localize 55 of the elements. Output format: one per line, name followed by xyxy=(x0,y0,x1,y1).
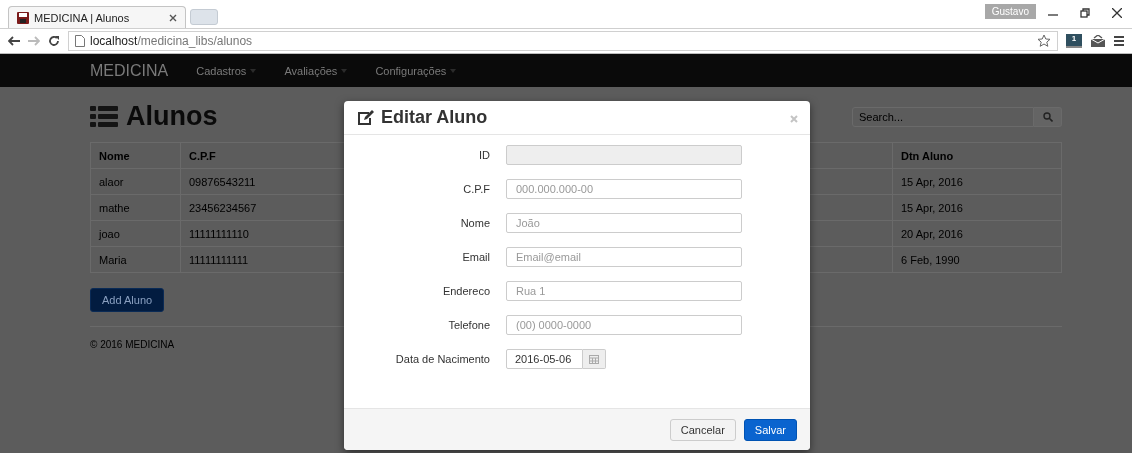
search-icon xyxy=(1042,111,1053,122)
table-cell: 15 Apr, 2016 xyxy=(892,168,1062,195)
input-field[interactable]: 000.000.000-00 xyxy=(506,179,742,199)
restore-icon[interactable] xyxy=(1080,8,1090,18)
caret-icon xyxy=(341,68,348,73)
star-icon[interactable] xyxy=(1037,34,1051,48)
field-label: ID xyxy=(478,149,490,161)
table-cell: 20 Apr, 2016 xyxy=(892,220,1062,247)
extension-icon[interactable]: 1 xyxy=(1066,34,1082,48)
close-icon[interactable] xyxy=(1112,8,1122,18)
field-label: Endereco xyxy=(441,285,490,297)
url-host: localhost xyxy=(90,34,138,48)
input-field[interactable]: (00) 0000-0000 xyxy=(506,315,742,335)
field-label: Email xyxy=(461,251,490,263)
reload-icon[interactable] xyxy=(48,35,60,47)
input-field[interactable]: João xyxy=(506,213,742,233)
date-field[interactable]: 2016-05-06 xyxy=(506,349,583,369)
column-header: Nome xyxy=(90,142,181,169)
caret-icon xyxy=(250,68,257,73)
calendar-icon xyxy=(589,354,599,364)
nav-menu[interactable]: Cadastros xyxy=(196,64,257,77)
envelope-icon[interactable] xyxy=(1090,35,1106,47)
field-label: Data de Nacimento xyxy=(394,353,490,365)
search-button[interactable] xyxy=(1034,106,1062,127)
page-icon xyxy=(75,35,85,47)
close-icon xyxy=(790,114,798,123)
table-cell: Maria xyxy=(90,246,181,273)
page-title: Alunos xyxy=(126,101,218,132)
back-icon[interactable] xyxy=(8,36,20,46)
caret-icon xyxy=(450,68,457,73)
nav-menu[interactable]: Configurações xyxy=(375,64,457,77)
tab-title: MEDICINA | Alunos xyxy=(34,11,131,24)
field-label: C.P.F xyxy=(462,183,490,195)
table-cell: mathe xyxy=(90,194,181,221)
add-button[interactable]: Add Aluno xyxy=(90,288,165,312)
input-field[interactable]: Email@email xyxy=(506,247,742,267)
list-icon xyxy=(90,105,118,128)
input-field[interactable]: Rua 1 xyxy=(506,281,742,301)
nav-menu[interactable]: Avaliações xyxy=(284,64,348,77)
table-cell: 15 Apr, 2016 xyxy=(892,194,1062,221)
cancel-button[interactable]: Cancelar xyxy=(669,418,736,441)
table-cell: joao xyxy=(90,220,181,247)
search-field[interactable]: Search... xyxy=(852,106,1034,127)
address-bar[interactable]: localhost/medicina_libs/alunos xyxy=(68,31,1058,51)
edit-icon xyxy=(357,109,375,126)
menu-icon[interactable] xyxy=(1114,36,1124,46)
modal-title: Editar Aluno xyxy=(381,107,489,128)
table-cell: alaor xyxy=(90,168,181,195)
browser-tab[interactable]: MEDICINA | Alunos xyxy=(8,6,186,28)
table-cell: 6 Feb, 1990 xyxy=(892,246,1062,273)
url-path: /medicina_libs/alunos xyxy=(137,34,253,48)
save-button[interactable]: Salvar xyxy=(743,418,797,441)
close-icon[interactable] xyxy=(169,13,177,22)
column-header: Dtn Aluno xyxy=(892,142,1062,169)
navbar-brand[interactable]: MEDICINA xyxy=(90,61,169,80)
